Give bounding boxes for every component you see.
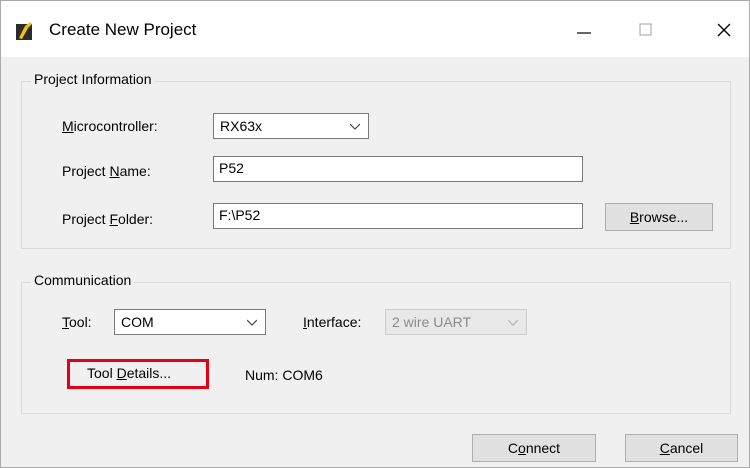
interface-select[interactable]: 2 wire UART — [385, 309, 527, 335]
browse-button[interactable]: Browse... — [605, 203, 713, 231]
maximize-icon — [639, 23, 652, 36]
interface-label: Interface: — [303, 314, 362, 330]
tool-label: Tool: — [62, 314, 92, 330]
microcontroller-select[interactable]: RX63x — [213, 113, 369, 139]
maximize-button[interactable] — [623, 15, 669, 45]
app-icon — [16, 22, 32, 40]
project-folder-input[interactable]: F:\P52 — [213, 203, 583, 229]
tool-details-button[interactable]: Tool Details... — [87, 365, 171, 381]
minimize-button[interactable] — [561, 15, 607, 45]
tool-value: COM — [121, 314, 154, 330]
minimize-icon — [577, 32, 591, 34]
project-folder-label: Project Folder: — [62, 211, 154, 227]
tool-select[interactable]: COM — [114, 309, 266, 335]
microcontroller-label: Microcontroller: — [62, 118, 158, 134]
microcontroller-value: RX63x — [220, 118, 263, 134]
close-button[interactable] — [701, 15, 747, 45]
connect-button[interactable]: Co nnect — [472, 434, 596, 462]
title-bar[interactable]: Create New Project — [1, 1, 749, 57]
communication-label: Communication — [31, 272, 135, 288]
close-icon — [717, 23, 731, 37]
num-text: Num: COM6 — [245, 367, 323, 383]
communication-group — [21, 282, 731, 414]
interface-value: 2 wire UART — [392, 314, 472, 330]
project-information-label: Project Information — [31, 71, 155, 87]
create-new-project-dialog: Create New Project Project Information M… — [0, 0, 750, 468]
window-title: Create New Project — [49, 20, 197, 39]
chevron-down-icon — [508, 319, 518, 326]
project-name-label: Project Name: — [62, 163, 151, 179]
chevron-down-icon — [350, 123, 360, 130]
cancel-button[interactable]: Cancel — [625, 434, 738, 462]
project-name-input[interactable]: P52 — [213, 156, 583, 182]
chevron-down-icon — [247, 319, 257, 326]
